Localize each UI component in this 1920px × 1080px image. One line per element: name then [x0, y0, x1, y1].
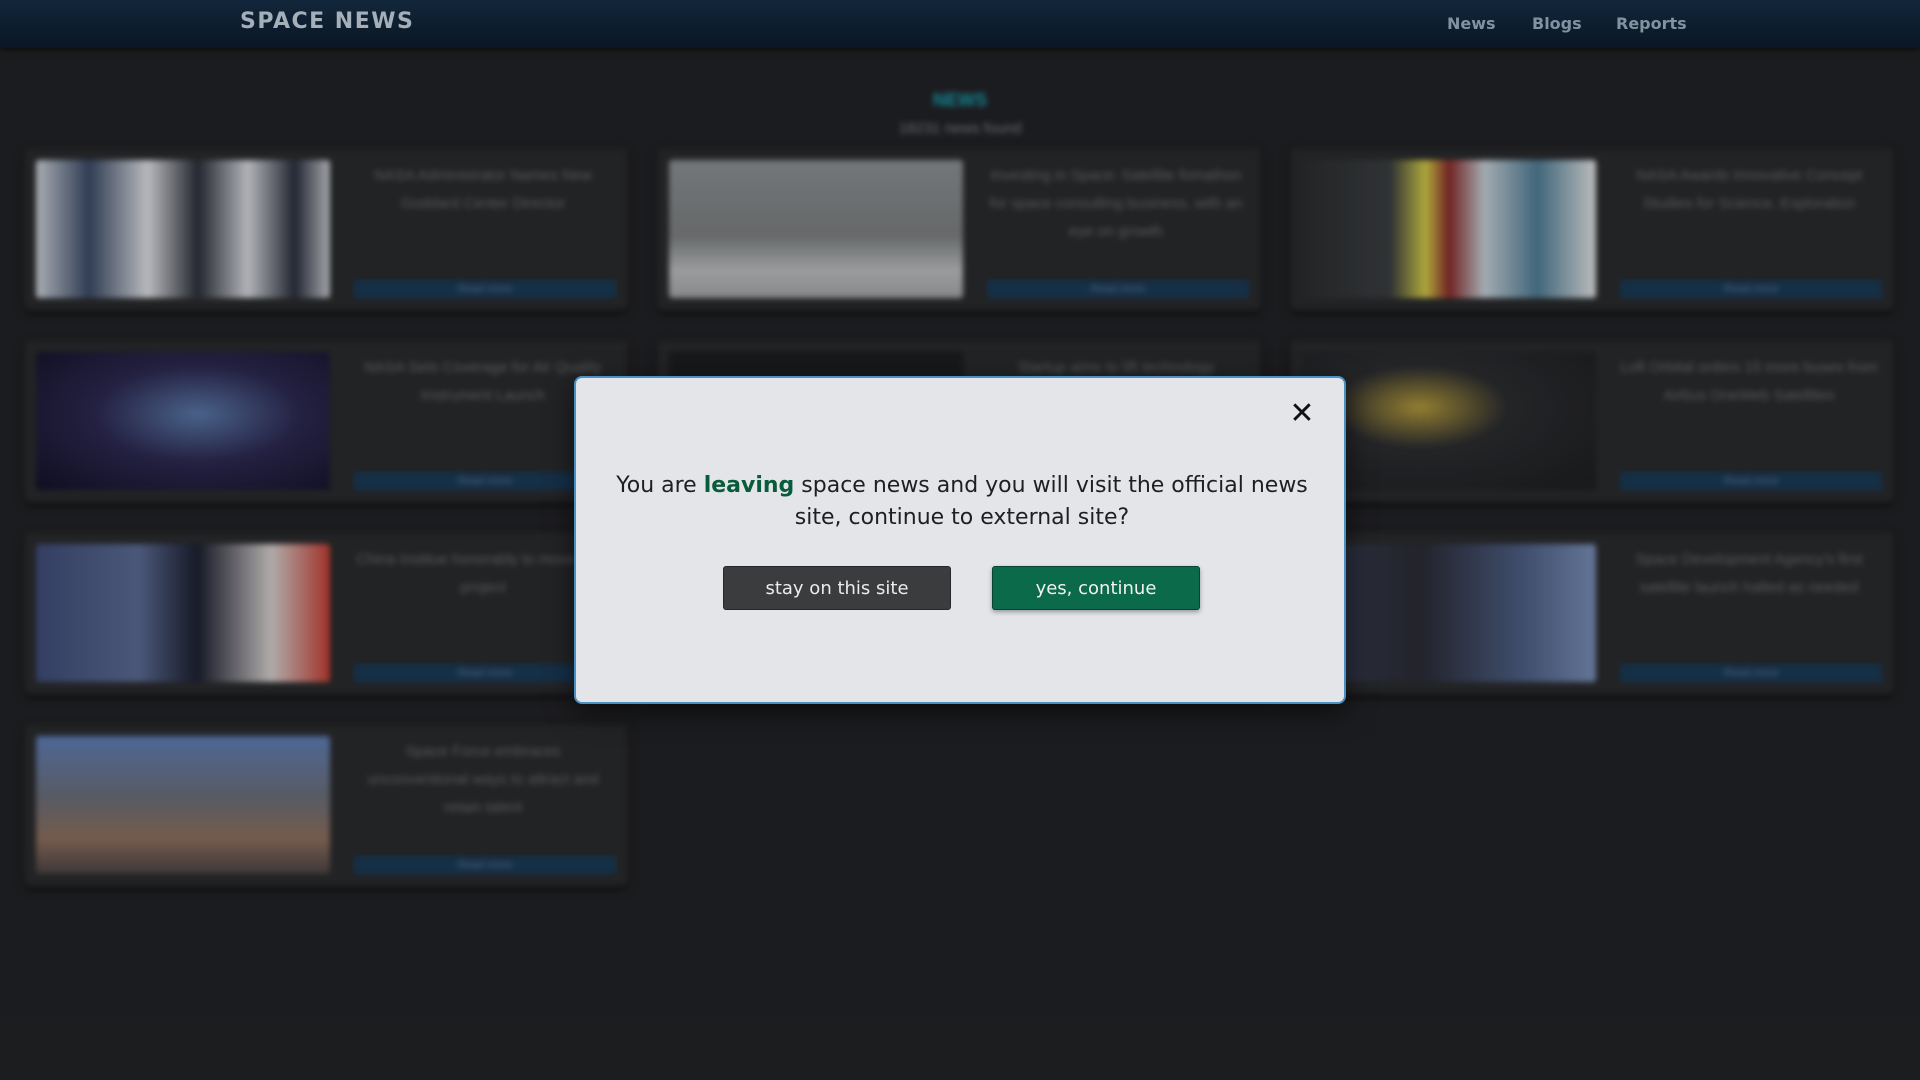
dialog-message-prefix: You are: [616, 473, 704, 498]
stay-on-site-button[interactable]: stay on this site: [723, 566, 951, 610]
leave-site-dialog: ✕ You are leaving space news and you wil…: [574, 376, 1346, 704]
continue-button[interactable]: yes, continue: [992, 566, 1200, 610]
close-icon[interactable]: ✕: [1286, 398, 1318, 430]
dialog-message: You are leaving space news and you will …: [606, 470, 1318, 534]
dialog-message-suffix: space news and you will visit the offici…: [794, 473, 1308, 530]
dialog-message-emphasis: leaving: [703, 473, 795, 498]
